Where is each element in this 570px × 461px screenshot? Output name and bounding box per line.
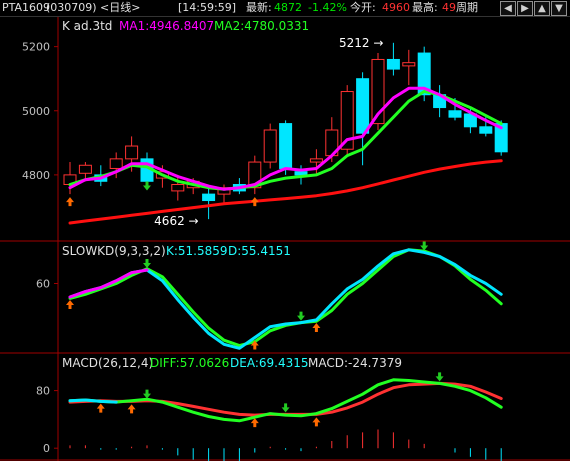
kline-title: K ad.3td xyxy=(62,19,112,33)
arrow-up-icon[interactable]: ▲ xyxy=(534,1,550,16)
code-label: (030709) xyxy=(46,1,97,14)
candle-down xyxy=(356,78,370,134)
buy-arrow-icon xyxy=(250,197,259,207)
macd-legend-diff: DIFF:57.0626 xyxy=(150,356,229,370)
buy-arrow-icon xyxy=(312,417,321,427)
arrow-right-icon[interactable]: ▶ xyxy=(517,1,533,16)
open-label: 今开: xyxy=(350,1,376,14)
candle-up xyxy=(109,158,123,169)
arrow-down-icon[interactable]: ▼ xyxy=(551,1,567,16)
candle-down xyxy=(448,110,462,118)
kline-legend-ma1: MA1:4946.8407 xyxy=(119,19,214,33)
macd-diff-line xyxy=(68,378,503,423)
candle-up xyxy=(263,129,277,163)
macd-title: MACD(26,12,4) xyxy=(62,356,153,370)
buy-arrow-icon xyxy=(96,403,105,413)
sell-arrow-icon xyxy=(143,181,151,191)
change-pct: -1.42% xyxy=(308,1,347,14)
buy-arrow-icon xyxy=(250,418,259,428)
low-price-label: 4662 → xyxy=(154,214,198,228)
high-label: 最高: xyxy=(412,1,438,14)
candle-up xyxy=(125,145,139,160)
y-tick-label: 5000 xyxy=(22,105,50,118)
macd-panel: 80 0 xyxy=(36,372,503,461)
candle-down xyxy=(479,126,493,134)
y-tick-label: 4800 xyxy=(22,169,50,182)
time-label: [14:59:59] xyxy=(178,1,236,14)
y-tick-label: 80 xyxy=(36,385,50,398)
macd-diff-cyan-line xyxy=(68,398,118,404)
candle-up xyxy=(402,62,416,67)
y-tick-label: 0 xyxy=(43,442,50,455)
candle-down xyxy=(279,123,293,169)
y-tick-label: 60 xyxy=(36,278,50,291)
sell-arrow-icon xyxy=(143,259,151,268)
cycle-button[interactable]: 周期 xyxy=(456,1,478,15)
kline-panel: 4800 5000 5200 5212 → 4662 → xyxy=(22,36,508,228)
buy-arrow-icon xyxy=(127,404,136,414)
quote-header: PTA1609 (030709) <日线> [14:59:59] 最新: 487… xyxy=(0,0,570,17)
candle-down xyxy=(386,58,400,70)
kd-k-line xyxy=(68,248,503,350)
high-price-label: 5212 → xyxy=(339,36,383,50)
sell-arrow-icon xyxy=(281,403,290,413)
latest-value: 4872 xyxy=(274,1,302,14)
candle-down xyxy=(294,171,308,176)
period-label[interactable]: <日线> xyxy=(100,1,140,15)
latest-label: 最新: xyxy=(246,1,272,14)
candle-up xyxy=(171,184,185,192)
kline-legend-ma2: MA2:4780.0331 xyxy=(214,19,309,33)
sell-arrow-icon xyxy=(297,311,305,321)
sell-arrow-icon xyxy=(435,372,444,382)
buy-arrow-icon xyxy=(66,300,74,309)
candle-up xyxy=(309,158,323,163)
symbol-label[interactable]: PTA1609 xyxy=(2,1,50,15)
kd-legend-d: D:55.4151 xyxy=(228,244,291,258)
macd-legend-dea: DEA:69.4315 xyxy=(230,356,309,370)
macd-legend-macd: MACD:-24.7379 xyxy=(308,356,402,370)
high-value: 49 xyxy=(442,1,456,14)
kd-legend-k: K:51.5859 xyxy=(166,244,228,258)
kd-d-line xyxy=(68,248,503,348)
sell-arrow-icon xyxy=(420,241,429,251)
candle-up xyxy=(78,164,92,174)
candle-down xyxy=(202,193,216,202)
open-value: 4960 xyxy=(382,1,410,14)
kd-title: SLOWKD(9,3,3,2) xyxy=(62,244,166,258)
arrow-left-icon[interactable]: ◀ xyxy=(500,1,516,16)
buy-arrow-icon xyxy=(66,197,74,207)
chart-canvas[interactable]: 4800 5000 5200 5212 → 4662 → 60 80 0 K ad.3td… xyxy=(0,17,570,461)
buy-arrow-icon xyxy=(312,322,321,332)
y-tick-label: 5200 xyxy=(22,41,50,54)
sell-arrow-icon xyxy=(143,389,151,399)
